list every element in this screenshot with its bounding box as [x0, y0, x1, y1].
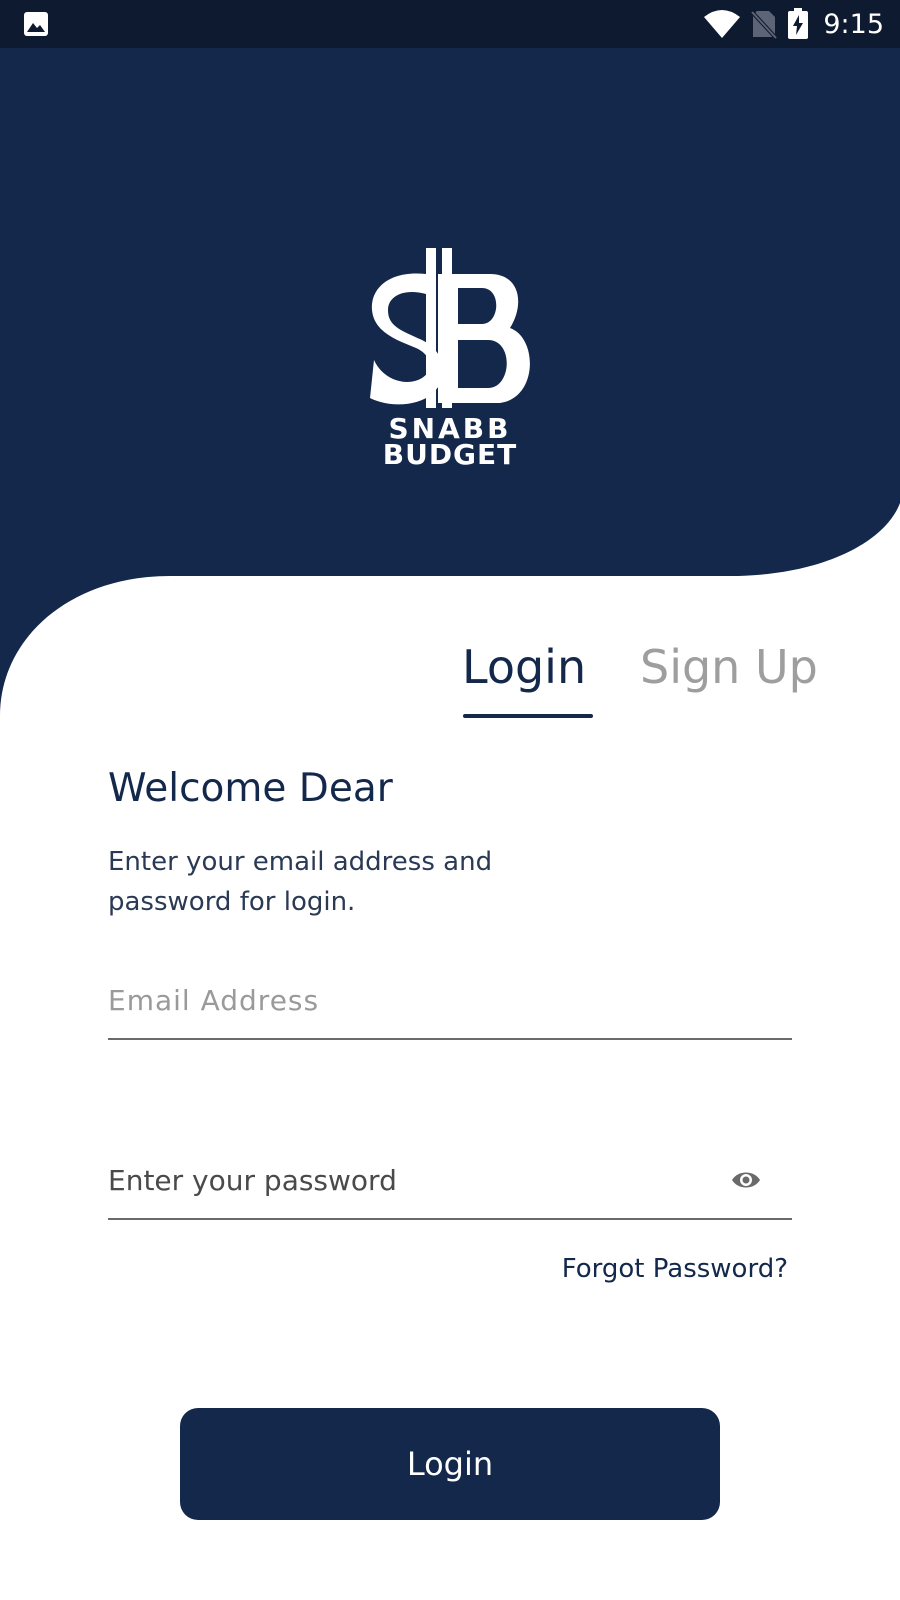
active-tab-indicator: [463, 714, 593, 718]
status-bar: 9:15: [0, 0, 900, 48]
tab-login[interactable]: Login: [462, 640, 586, 720]
welcome-heading: Welcome Dear: [108, 766, 393, 811]
no-sim-icon: [751, 9, 778, 39]
battery-charging-icon: [787, 8, 809, 40]
eye-icon[interactable]: [730, 1164, 762, 1196]
snabb-budget-logo: SNABB BUDGET: [360, 248, 540, 478]
auth-tabs: Login Sign Up: [0, 640, 900, 720]
status-time: 9:15: [823, 8, 884, 40]
password-input[interactable]: [108, 1150, 792, 1210]
wifi-icon: [703, 9, 741, 39]
login-button[interactable]: Login: [180, 1408, 720, 1520]
forgot-password-link[interactable]: Forgot Password?: [562, 1254, 788, 1284]
login-screen: 9:15 SNABB BUDGET Login Sign Up Welcome …: [0, 0, 900, 1600]
tab-sign-up[interactable]: Sign Up: [640, 640, 818, 720]
logo-text-line2: BUDGET: [383, 438, 518, 471]
email-input[interactable]: [108, 970, 792, 1030]
welcome-subtitle: Enter your email address and password fo…: [108, 847, 493, 917]
email-field: [108, 970, 792, 1040]
image-icon: [22, 10, 50, 38]
password-field: [108, 1150, 792, 1220]
